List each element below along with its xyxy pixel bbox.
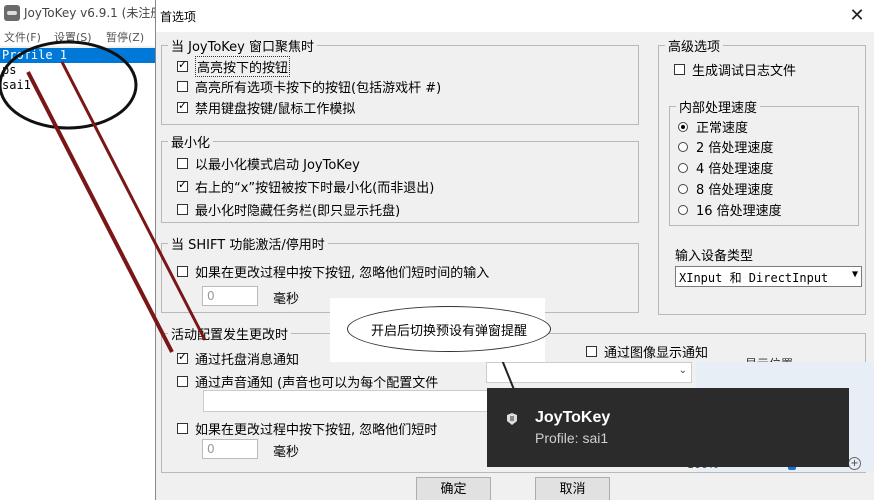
checkbox-icon xyxy=(177,204,188,215)
highlight-pressed-checkbox[interactable]: 高亮按下的按钮 xyxy=(177,56,291,77)
toast-title: JoyToKey xyxy=(535,409,611,426)
disable-emulation-checkbox[interactable]: 禁用键盘按键/鼠标工作模拟 xyxy=(177,98,355,117)
joytokey-tray-icon xyxy=(507,413,517,425)
highlight-all-tabs-checkbox[interactable]: 高亮所有选项卡按下的按钮(包括游戏杆 #) xyxy=(177,77,441,96)
speed-normal-radio[interactable]: 正常速度 xyxy=(678,117,748,136)
checkbox-label: 如果在更改过程中按下按钮, 忽略他们短时 xyxy=(195,423,438,438)
shift-ignore-checkbox[interactable]: 如果在更改过程中按下按钮, 忽略他们短时间的输入 xyxy=(177,262,489,281)
ms-unit-label: 毫秒 xyxy=(273,445,300,460)
chevron-down-icon: ⌄ xyxy=(678,365,687,376)
checkbox-label: 高亮按下的按钮 xyxy=(195,56,291,77)
profile-ignore-checkbox[interactable]: 如果在更改过程中按下按钮, 忽略他们短时 xyxy=(177,419,437,438)
radio-label: 8 倍处理速度 xyxy=(696,183,774,198)
checkbox-label: 生成调试日志文件 xyxy=(692,64,797,79)
start-minimized-checkbox[interactable]: 以最小化模式启动 JoyToKey xyxy=(177,154,360,173)
checkbox-icon xyxy=(177,266,188,277)
profile-item[interactable]: ps xyxy=(0,63,155,78)
checkbox-label: 通过托盘消息通知 xyxy=(195,353,300,368)
group-title: 内部处理速度 xyxy=(676,97,761,116)
dropdown-arrow-icon: ▼ xyxy=(851,269,858,280)
speed-2x-radio[interactable]: 2 倍处理速度 xyxy=(678,137,773,156)
profile-item[interactable]: Profile 1 xyxy=(0,48,155,63)
radio-icon xyxy=(678,204,688,215)
checkbox-label: 通过声音通知 (声音也可以为每个配置文件 xyxy=(195,376,439,391)
checkbox-icon xyxy=(586,346,597,357)
speed-16x-radio[interactable]: 16 倍处理速度 xyxy=(678,200,782,219)
sound-file-input[interactable] xyxy=(203,390,493,412)
sound-notify-checkbox[interactable]: 通过声音通知 (声音也可以为每个配置文件 xyxy=(177,372,438,391)
checkbox-icon xyxy=(177,81,188,92)
ok-button[interactable]: 确定 xyxy=(416,477,491,500)
callout-text: 开启后切换预设有弹窗提醒 xyxy=(370,323,527,339)
annotation-callout: 开启后切换预设有弹窗提醒 xyxy=(347,306,551,352)
dialog-titlebar: 首选项 ✕ xyxy=(156,0,874,32)
toast-body: Profile: sai1 xyxy=(535,430,609,446)
group-title: 最小化 xyxy=(168,132,214,151)
checkbox-label: 右上的“x”按钮被按下时最小化(而非退出) xyxy=(195,181,435,196)
radio-label: 4 倍处理速度 xyxy=(696,162,774,177)
minimize-on-close-checkbox[interactable]: 右上的“x”按钮被按下时最小化(而非退出) xyxy=(177,177,434,196)
menu-settings[interactable]: 设置(S) xyxy=(54,29,92,45)
toast-notification[interactable]: JoyToKey Profile: sai1 xyxy=(487,388,849,467)
speed-8x-radio[interactable]: 8 倍处理速度 xyxy=(678,179,773,198)
checkbox-icon xyxy=(674,64,685,75)
zoom-plus-icon[interactable]: + xyxy=(848,457,861,470)
group-title: 高级选项 xyxy=(665,36,724,55)
radio-label: 16 倍处理速度 xyxy=(696,204,782,219)
ms-unit-label: 毫秒 xyxy=(273,292,300,307)
checkbox-icon xyxy=(177,99,188,113)
menu-file[interactable]: 文件(F) xyxy=(4,29,41,45)
checkbox-label: 如果在更改过程中按下按钮, 忽略他们短时间的输入 xyxy=(195,266,490,281)
main-window-title: JoyToKey v6.9.1 (未注册 xyxy=(24,6,163,20)
radio-icon xyxy=(678,141,688,152)
menu-pause[interactable]: 暂停(Z) xyxy=(106,29,144,45)
radio-icon xyxy=(678,121,688,132)
checkbox-icon xyxy=(177,376,188,387)
checkbox-label: 禁用键盘按键/鼠标工作模拟 xyxy=(195,102,356,117)
group-title: 活动配置发生更改时 xyxy=(168,324,292,343)
debug-log-checkbox[interactable]: 生成调试日志文件 xyxy=(674,60,796,79)
speed-4x-radio[interactable]: 4 倍处理速度 xyxy=(678,158,773,177)
close-icon[interactable]: ✕ xyxy=(845,4,869,28)
checkbox-icon xyxy=(177,423,188,434)
checkbox-label: 以最小化模式启动 JoyToKey xyxy=(195,158,360,173)
sound-select[interactable]: ⌄ xyxy=(486,362,692,383)
hide-taskbar-checkbox[interactable]: 最小化时隐藏任务栏(即只显示托盘) xyxy=(177,200,400,219)
main-menubar: 文件(F) 设置(S) 暂停(Z) xyxy=(0,26,160,46)
device-type-value: XInput 和 DirectInput xyxy=(679,271,829,285)
device-type-select[interactable]: XInput 和 DirectInput ▼ xyxy=(675,266,862,287)
radio-icon xyxy=(678,162,688,173)
dialog-title: 首选项 xyxy=(160,10,197,24)
radio-label: 2 倍处理速度 xyxy=(696,141,774,156)
checkbox-icon xyxy=(177,158,188,169)
profile-ms-input[interactable]: 0 xyxy=(202,439,258,459)
radio-label: 正常速度 xyxy=(696,121,749,136)
radio-icon xyxy=(678,183,688,194)
checkbox-icon xyxy=(177,58,188,72)
group-title: 当 SHIFT 功能激活/停用时 xyxy=(168,234,328,253)
shift-ms-input[interactable]: 0 xyxy=(202,286,258,306)
checkbox-label: 高亮所有选项卡按下的按钮(包括游戏杆 #) xyxy=(195,81,442,96)
image-notify-checkbox[interactable]: 通过图像显示通知 xyxy=(586,342,708,361)
profile-item[interactable]: sai1 xyxy=(0,78,155,93)
checkbox-label: 最小化时隐藏任务栏(即只显示托盘) xyxy=(195,204,401,219)
group-title: 当 JoyToKey 窗口聚焦时 xyxy=(168,36,318,55)
tray-notify-checkbox[interactable]: 通过托盘消息通知 xyxy=(177,349,299,368)
device-type-label: 输入设备类型 xyxy=(675,249,754,264)
checkbox-icon xyxy=(177,178,188,192)
cancel-button[interactable]: 取消 xyxy=(535,477,610,500)
profile-list: Profile 1 ps sai1 xyxy=(0,48,156,500)
joytokey-app-icon xyxy=(4,5,20,21)
checkbox-icon xyxy=(177,350,188,364)
checkbox-label: 通过图像显示通知 xyxy=(604,346,709,361)
